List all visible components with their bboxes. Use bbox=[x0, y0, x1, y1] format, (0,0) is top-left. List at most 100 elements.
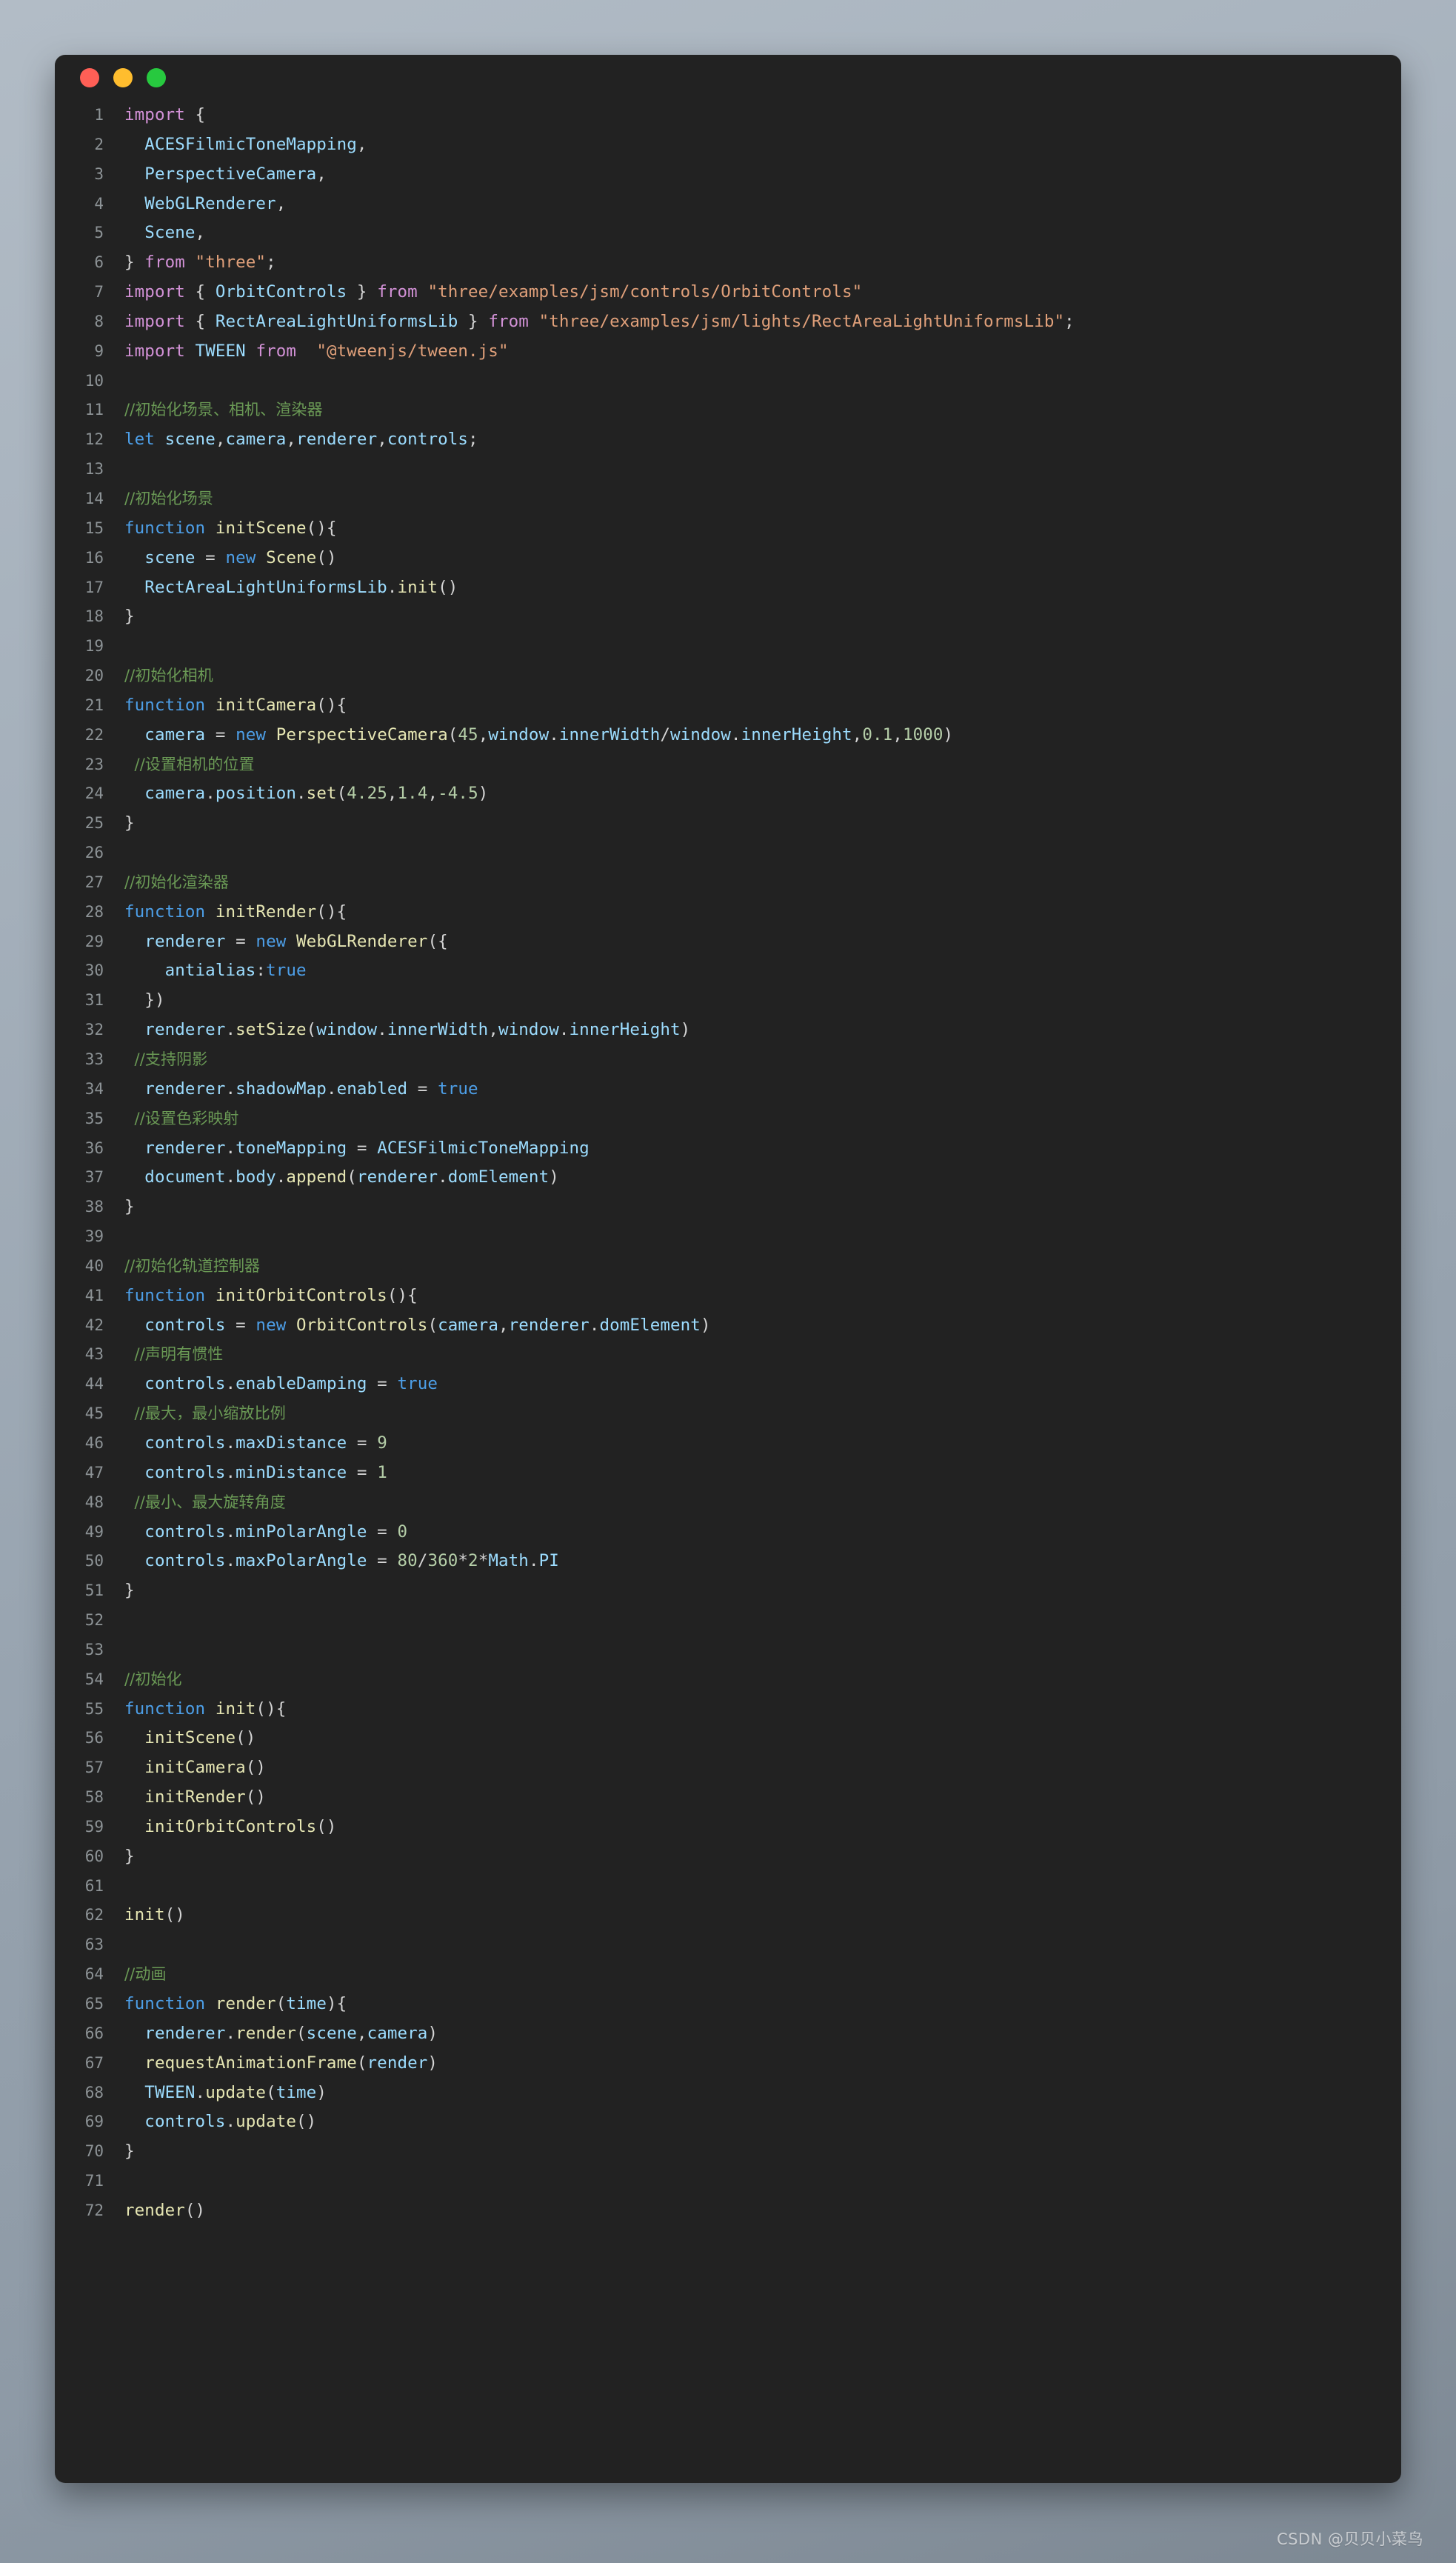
line-number: 39 bbox=[84, 1227, 104, 1246]
code-line: 4 WebGLRenderer, bbox=[55, 190, 1401, 219]
line-number: 18 bbox=[84, 607, 104, 626]
line-number: 8 bbox=[94, 312, 104, 330]
code-token-cmt: //初始化场景、相机、渲染器 bbox=[124, 401, 323, 419]
code-token-punc: , bbox=[286, 430, 297, 450]
close-button[interactable] bbox=[80, 68, 99, 87]
code-line: 2 ACESFilmicToneMapping, bbox=[55, 130, 1401, 160]
code-token-fn: initRender bbox=[144, 1787, 246, 1807]
code-line-text: camera.position.set(4.25,1.4,-4.5) bbox=[124, 779, 488, 809]
code-line: 58 initRender() bbox=[55, 1783, 1401, 1813]
line-number: 15 bbox=[84, 519, 104, 537]
code-line-text: //初始化轨道控制器 bbox=[124, 1252, 260, 1282]
code-token-ident: render bbox=[367, 2053, 428, 2073]
code-token-punc: . bbox=[589, 1315, 600, 1335]
code-token-punc bbox=[124, 1374, 144, 1393]
code-token-ident: enabled bbox=[336, 1079, 408, 1099]
line-number: 40 bbox=[84, 1256, 104, 1275]
code-line-text: renderer.toneMapping = ACESFilmicToneMap… bbox=[124, 1134, 590, 1164]
code-token-punc bbox=[124, 932, 144, 951]
code-line: 32 renderer.setSize(window.innerWidth,wi… bbox=[55, 1016, 1401, 1045]
code-line: 23 //设置相机的位置 bbox=[55, 750, 1401, 780]
code-token-ident: camera bbox=[225, 430, 287, 450]
code-token-punc: ( bbox=[347, 1167, 357, 1187]
code-token-punc: , bbox=[892, 724, 903, 744]
code-line-text: let scene,camera,renderer,controls; bbox=[124, 425, 478, 455]
code-token-punc: . bbox=[225, 2023, 236, 2043]
code-token-ident: scene bbox=[144, 547, 196, 567]
code-token-ident: innerHeight bbox=[569, 1020, 681, 1040]
code-line: 47 controls.minDistance = 1 bbox=[55, 1459, 1401, 1488]
code-token-punc bbox=[296, 341, 316, 361]
code-token-punc bbox=[124, 1433, 144, 1453]
line-number: 70 bbox=[84, 2142, 104, 2161]
code-token-kw2: new bbox=[225, 547, 256, 567]
code-token-ident: toneMapping bbox=[236, 1138, 347, 1158]
line-number: 66 bbox=[84, 2024, 104, 2042]
code-token-fn: render bbox=[124, 2200, 185, 2220]
maximize-button[interactable] bbox=[147, 68, 166, 87]
code-token-punc bbox=[266, 725, 276, 744]
code-token-num: 1000 bbox=[902, 724, 944, 744]
code-line: 38} bbox=[55, 1193, 1401, 1222]
code-line: 44 controls.enableDamping = true bbox=[55, 1370, 1401, 1399]
minimize-button[interactable] bbox=[113, 68, 133, 87]
code-token-punc bbox=[124, 1758, 144, 1777]
code-line: 13 bbox=[55, 455, 1401, 484]
code-line: 33 //支持阴影 bbox=[55, 1045, 1401, 1075]
code-line: 21 function initCamera(){ bbox=[55, 691, 1401, 721]
code-editor[interactable]: 1 import {2 ACESFilmicToneMapping, 3 Persp… bbox=[55, 101, 1401, 2248]
code-token-kw: from bbox=[377, 282, 418, 302]
code-line: 19 bbox=[55, 632, 1401, 661]
code-token-ident: PerspectiveCamera bbox=[144, 164, 317, 184]
code-line-text: //动画 bbox=[124, 1960, 167, 1990]
code-line: 1 import { bbox=[55, 101, 1401, 130]
code-token-ident: controls bbox=[144, 1315, 226, 1335]
code-token-punc: ({ bbox=[427, 931, 448, 951]
code-token-punc: , bbox=[356, 134, 367, 154]
code-token-punc: . bbox=[326, 1079, 337, 1099]
code-token-ident: antialias bbox=[164, 961, 256, 981]
code-line-text: function initRender(){ bbox=[124, 898, 347, 927]
line-number: 64 bbox=[84, 1965, 104, 1984]
code-token-cmt: //支持阴影 bbox=[124, 1050, 208, 1068]
code-token-ident: minPolarAngle bbox=[236, 1522, 367, 1542]
code-line-text: } bbox=[124, 1842, 135, 1872]
code-token-cmt: //初始化渲染器 bbox=[124, 873, 229, 891]
code-token-punc: . bbox=[387, 577, 398, 597]
window-titlebar bbox=[55, 55, 1401, 101]
line-number: 68 bbox=[84, 2083, 104, 2102]
code-token-punc bbox=[124, 2112, 144, 2131]
code-line: 62 init() bbox=[55, 1901, 1401, 1930]
code-token-ident: renderer bbox=[144, 1020, 226, 1040]
code-token-ident: domElement bbox=[447, 1167, 550, 1187]
code-line: 14 //初始化场景 bbox=[55, 484, 1401, 514]
code-line: 34 renderer.shadowMap.enabled = true bbox=[55, 1075, 1401, 1104]
code-token-kw2: new bbox=[236, 724, 267, 744]
code-token-op: = bbox=[347, 1433, 378, 1453]
code-line-text: //初始化场景、相机、渲染器 bbox=[124, 396, 323, 425]
code-token-fn: initScene bbox=[144, 1728, 236, 1748]
code-token-num: 2 bbox=[468, 1551, 478, 1571]
code-token-kw: import bbox=[124, 282, 185, 302]
code-token-punc bbox=[246, 341, 256, 361]
code-line: 43 //声明有惯性 bbox=[55, 1340, 1401, 1370]
code-token-ident: controls bbox=[144, 1462, 226, 1482]
code-token-fn: initRender bbox=[215, 901, 317, 921]
line-number: 48 bbox=[84, 1493, 104, 1511]
line-number: 23 bbox=[84, 755, 104, 773]
code-line: 31 }) bbox=[55, 986, 1401, 1016]
code-token-ident: window bbox=[316, 1020, 378, 1040]
code-token-punc bbox=[124, 1167, 144, 1187]
code-token-punc: (){ bbox=[387, 1285, 418, 1305]
code-line: 24 camera.position.set(4.25,1.4,-4.5) bbox=[55, 779, 1401, 809]
code-token-punc: . bbox=[225, 1433, 236, 1453]
code-token-punc bbox=[185, 253, 196, 272]
code-token-kw2: new bbox=[256, 931, 287, 951]
code-line: 66 renderer.render(scene,camera) bbox=[55, 2019, 1401, 2049]
code-token-kw2: true bbox=[397, 1374, 438, 1394]
code-line-text: import TWEEN from "@tweenjs/tween.js" bbox=[124, 337, 509, 367]
code-line: 52 bbox=[55, 1606, 1401, 1636]
code-line-text: //初始化渲染器 bbox=[124, 868, 229, 898]
code-token-cmt: //初始化轨道控制器 bbox=[124, 1256, 261, 1275]
line-number: 69 bbox=[84, 2113, 104, 2131]
